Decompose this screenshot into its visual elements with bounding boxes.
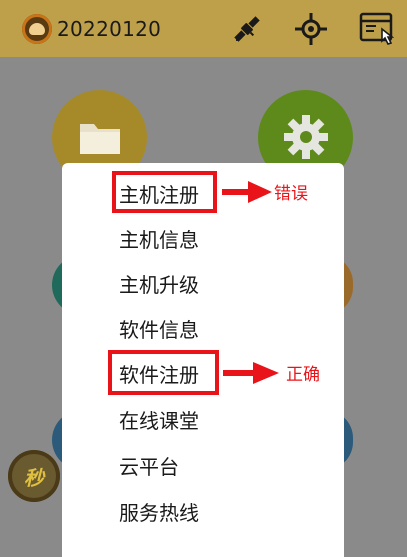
menu-item-online-class[interactable]: 在线课堂 [119, 406, 199, 436]
menu-item-host-info[interactable]: 主机信息 [119, 225, 199, 255]
correct-highlight-box [108, 350, 219, 395]
menu-item-software-info[interactable]: 软件信息 [119, 315, 199, 345]
location-target-icon[interactable] [292, 10, 330, 48]
floating-action-button[interactable]: 秒 [8, 450, 60, 502]
menu-item-host-upgrade[interactable]: 主机升级 [119, 270, 199, 300]
gear-icon [284, 115, 328, 159]
menu-item-service-hotline[interactable]: 服务热线 [119, 498, 199, 528]
satellite-icon[interactable] [228, 10, 266, 48]
header-title: 20220120 [57, 17, 162, 41]
app-logo [22, 14, 52, 44]
window-menu-icon[interactable] [358, 10, 396, 48]
wrong-highlight-box [112, 171, 217, 213]
wrong-arrow-icon [222, 181, 272, 203]
app-header: 20220120 [0, 0, 407, 57]
wrong-label: 错误 [274, 184, 308, 204]
menu-item-cloud-platform[interactable]: 云平台 [119, 452, 179, 482]
folder-icon [80, 124, 120, 154]
correct-arrow-icon [223, 362, 279, 384]
correct-label: 正确 [286, 365, 320, 385]
